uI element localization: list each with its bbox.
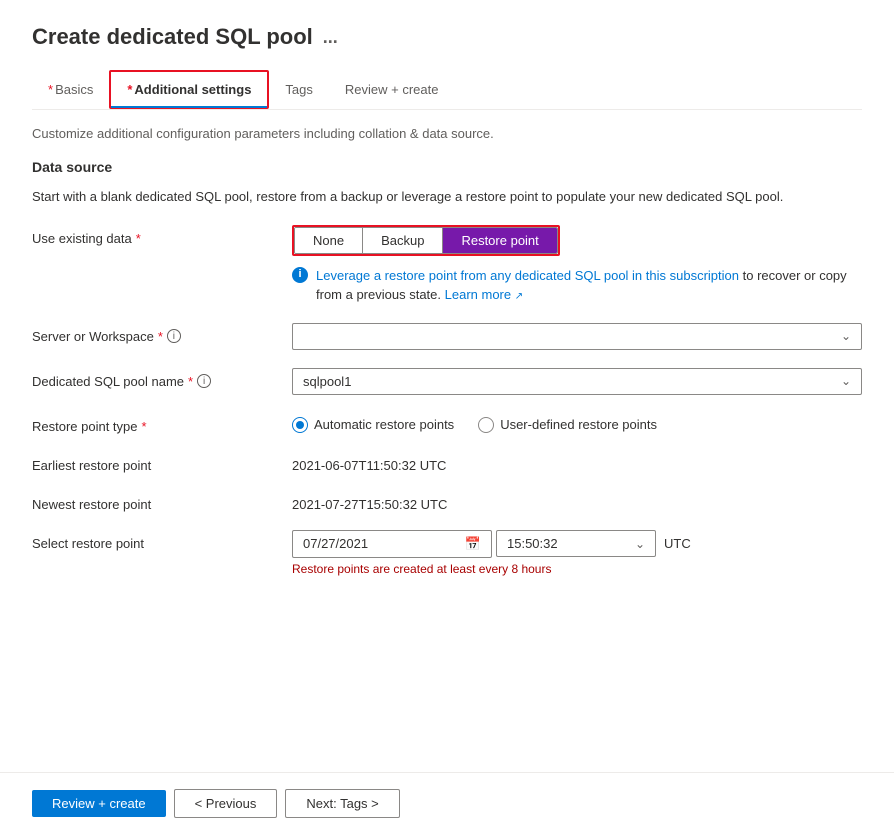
- server-workspace-dropdown-container: ⌄: [292, 323, 862, 350]
- next-button[interactable]: Next: Tags >: [285, 789, 399, 818]
- restore-point-type-control: Automatic restore points User-defined re…: [292, 413, 862, 433]
- restore-time-input[interactable]: 15:50:32 ⌄: [496, 530, 656, 557]
- restore-point-type-row: Restore point type * Automatic restore p…: [32, 413, 862, 434]
- radio-automatic-circle: [292, 417, 308, 433]
- info-icon: i: [292, 267, 308, 283]
- radio-automatic[interactable]: Automatic restore points: [292, 417, 454, 433]
- server-workspace-value: [303, 329, 307, 344]
- use-existing-data-label: Use existing data *: [32, 225, 292, 246]
- select-restore-row: Select restore point 07/27/2021 📅 15:50:…: [32, 530, 862, 576]
- dropdown-arrow-pool: ⌄: [841, 374, 851, 388]
- tab-tags[interactable]: Tags: [269, 72, 328, 107]
- newest-restore-row: Newest restore point 2021-07-27T15:50:32…: [32, 491, 862, 512]
- tab-basics[interactable]: *Basics: [32, 72, 109, 107]
- sql-pool-name-dropdown[interactable]: sqlpool1 ⌄: [292, 368, 862, 395]
- sql-pool-name-value: sqlpool1: [303, 374, 351, 389]
- footer-bar: Review + create < Previous Next: Tags >: [0, 772, 894, 834]
- restore-point-hint: Restore points are created at least ever…: [292, 562, 862, 576]
- toggle-none[interactable]: None: [295, 228, 363, 253]
- server-workspace-label: Server or Workspace * i: [32, 323, 292, 344]
- section-data-source-title: Data source: [32, 159, 862, 175]
- restore-time-value: 15:50:32: [507, 536, 558, 551]
- tab-review-create[interactable]: Review + create: [329, 72, 455, 107]
- earliest-restore-label: Earliest restore point: [32, 452, 292, 473]
- review-create-button[interactable]: Review + create: [32, 790, 166, 817]
- utc-label: UTC: [656, 536, 691, 551]
- restore-date-value: 07/27/2021: [303, 536, 368, 551]
- server-workspace-dropdown[interactable]: ⌄: [292, 323, 862, 350]
- restore-point-type-label: Restore point type *: [32, 413, 292, 434]
- restore-point-inputs: 07/27/2021 📅 15:50:32 ⌄ UTC: [292, 530, 862, 558]
- sql-pool-name-row: Dedicated SQL pool name * i sqlpool1 ⌄: [32, 368, 862, 395]
- earliest-restore-value-container: 2021-06-07T11:50:32 UTC: [292, 452, 862, 473]
- sql-pool-name-label: Dedicated SQL pool name * i: [32, 368, 292, 389]
- newest-restore-value-container: 2021-07-27T15:50:32 UTC: [292, 491, 862, 512]
- radio-user-defined[interactable]: User-defined restore points: [478, 417, 657, 433]
- sql-pool-name-info-icon[interactable]: i: [197, 374, 211, 388]
- toggle-backup[interactable]: Backup: [363, 228, 443, 253]
- time-dropdown-arrow: ⌄: [635, 537, 645, 551]
- restore-date-input[interactable]: 07/27/2021 📅: [292, 530, 492, 558]
- select-restore-label: Select restore point: [32, 530, 292, 551]
- data-source-description: Start with a blank dedicated SQL pool, r…: [32, 187, 862, 207]
- server-workspace-row: Server or Workspace * i ⌄: [32, 323, 862, 350]
- tab-additional-settings[interactable]: *Additional settings: [109, 70, 269, 109]
- calendar-icon: 📅: [465, 536, 481, 552]
- use-existing-data-control: None Backup Restore point i Leverage a r…: [292, 225, 862, 305]
- learn-more-link[interactable]: Learn more: [445, 287, 511, 302]
- previous-button[interactable]: < Previous: [174, 789, 278, 818]
- page-subtitle: Customize additional configuration param…: [32, 126, 862, 141]
- toggle-restore-point[interactable]: Restore point: [443, 228, 556, 253]
- server-workspace-info-icon[interactable]: i: [167, 329, 181, 343]
- tab-bar: *Basics *Additional settings Tags Review…: [32, 70, 862, 110]
- earliest-restore-value: 2021-06-07T11:50:32 UTC: [292, 452, 862, 473]
- sql-pool-name-dropdown-container: sqlpool1 ⌄: [292, 368, 862, 395]
- use-existing-data-row: Use existing data * None Backup Restore …: [32, 225, 862, 305]
- restore-point-info: i Leverage a restore point from any dedi…: [292, 266, 862, 305]
- earliest-restore-row: Earliest restore point 2021-06-07T11:50:…: [32, 452, 862, 473]
- radio-user-defined-circle: [478, 417, 494, 433]
- existing-data-toggle: None Backup Restore point: [294, 227, 558, 254]
- page-title: Create dedicated SQL pool ...: [32, 24, 862, 50]
- dropdown-arrow-server: ⌄: [841, 329, 851, 343]
- page-title-dots: ...: [323, 27, 338, 48]
- newest-restore-value: 2021-07-27T15:50:32 UTC: [292, 491, 862, 512]
- newest-restore-label: Newest restore point: [32, 491, 292, 512]
- select-restore-control: 07/27/2021 📅 15:50:32 ⌄ UTC Restore poin…: [292, 530, 862, 576]
- restore-type-radio-group: Automatic restore points User-defined re…: [292, 413, 862, 433]
